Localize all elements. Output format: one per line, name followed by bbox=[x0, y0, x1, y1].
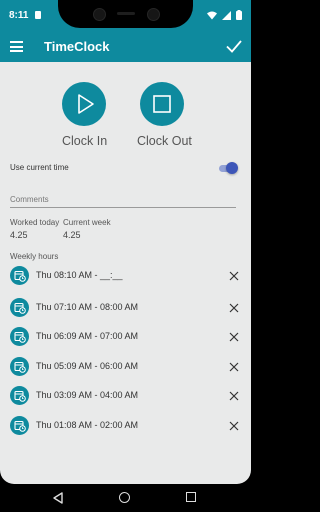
back-icon[interactable] bbox=[52, 492, 64, 504]
home-icon[interactable] bbox=[119, 492, 130, 503]
calendar-clock-icon bbox=[10, 416, 29, 435]
clock-out-button[interactable] bbox=[140, 82, 184, 126]
current-week: Current week 4.25 bbox=[63, 218, 111, 240]
entry-text: Thu 05:09 AM - 06:00 AM bbox=[36, 361, 139, 371]
use-current-time-switch[interactable] bbox=[218, 162, 238, 174]
weekly-hours-label: Weekly hours bbox=[10, 252, 59, 261]
worked-today-label: Worked today bbox=[10, 218, 60, 227]
weekly-entry[interactable]: Thu 05:09 AM - 06:00 AM bbox=[10, 357, 242, 377]
close-icon[interactable] bbox=[229, 391, 239, 401]
use-current-time-label: Use current time bbox=[10, 163, 69, 172]
close-icon[interactable] bbox=[229, 303, 239, 313]
camera-icon bbox=[93, 8, 106, 21]
camera-notch bbox=[58, 0, 193, 28]
wifi-icon bbox=[207, 11, 217, 19]
battery-icon bbox=[236, 10, 242, 20]
weekly-entry[interactable]: Thu 01:08 AM - 02:00 AM bbox=[10, 416, 242, 436]
comments-input[interactable] bbox=[10, 190, 236, 204]
app-screen: 8:11 TimeClock Clock In Clock Out Use cu… bbox=[0, 0, 251, 484]
entry-text: Thu 08:10 AM - __:__ bbox=[36, 270, 123, 280]
clock-out-label[interactable]: Clock Out bbox=[137, 134, 192, 148]
calendar-clock-icon bbox=[10, 357, 29, 376]
close-icon[interactable] bbox=[229, 362, 239, 372]
entry-text: Thu 07:10 AM - 08:00 AM bbox=[36, 302, 139, 312]
navigation-bar bbox=[0, 484, 251, 512]
worked-today-value: 4.25 bbox=[10, 230, 28, 240]
camera-icon bbox=[147, 8, 160, 21]
stop-icon bbox=[153, 95, 171, 113]
calendar-clock-icon bbox=[10, 266, 29, 285]
clock-in-button[interactable] bbox=[62, 82, 106, 126]
weekly-entry[interactable]: Thu 07:10 AM - 08:00 AM bbox=[10, 298, 242, 318]
calendar-clock-icon bbox=[10, 327, 29, 346]
check-icon[interactable] bbox=[225, 37, 243, 55]
status-time: 8:11 bbox=[9, 10, 29, 21]
weekly-entry[interactable]: Thu 03:09 AM - 04:00 AM bbox=[10, 386, 242, 406]
speaker-grille bbox=[117, 12, 135, 15]
close-icon[interactable] bbox=[229, 421, 239, 431]
current-week-value: 4.25 bbox=[63, 230, 81, 240]
entry-text: Thu 03:09 AM - 04:00 AM bbox=[36, 390, 139, 400]
app-title: TimeClock bbox=[44, 39, 110, 54]
weekly-entry[interactable]: Thu 08:10 AM - __:__ bbox=[10, 266, 242, 286]
close-icon[interactable] bbox=[229, 271, 239, 281]
signal-icon bbox=[222, 10, 231, 20]
switch-knob bbox=[226, 162, 238, 174]
entry-text: Thu 01:08 AM - 02:00 AM bbox=[36, 420, 139, 430]
status-bar: 8:11 bbox=[0, 0, 251, 32]
play-icon bbox=[78, 94, 94, 114]
weekly-entry[interactable]: Thu 06:09 AM - 07:00 AM bbox=[10, 327, 242, 347]
calendar-clock-icon bbox=[10, 298, 29, 317]
clock-in-label[interactable]: Clock In bbox=[62, 134, 107, 148]
worked-today: Worked today 4.25 bbox=[10, 218, 59, 240]
recents-icon[interactable] bbox=[186, 492, 196, 502]
sd-card-icon bbox=[35, 11, 41, 19]
entry-text: Thu 06:09 AM - 07:00 AM bbox=[36, 331, 139, 341]
phone: 8:11 TimeClock Clock In Clock Out Use cu… bbox=[0, 0, 251, 512]
comments-field[interactable] bbox=[10, 189, 236, 208]
app-bar: TimeClock bbox=[0, 32, 251, 62]
close-icon[interactable] bbox=[229, 332, 239, 342]
system-icons bbox=[207, 10, 242, 20]
current-week-label: Current week bbox=[63, 218, 111, 227]
calendar-clock-icon bbox=[10, 386, 29, 405]
menu-icon[interactable] bbox=[10, 41, 23, 52]
